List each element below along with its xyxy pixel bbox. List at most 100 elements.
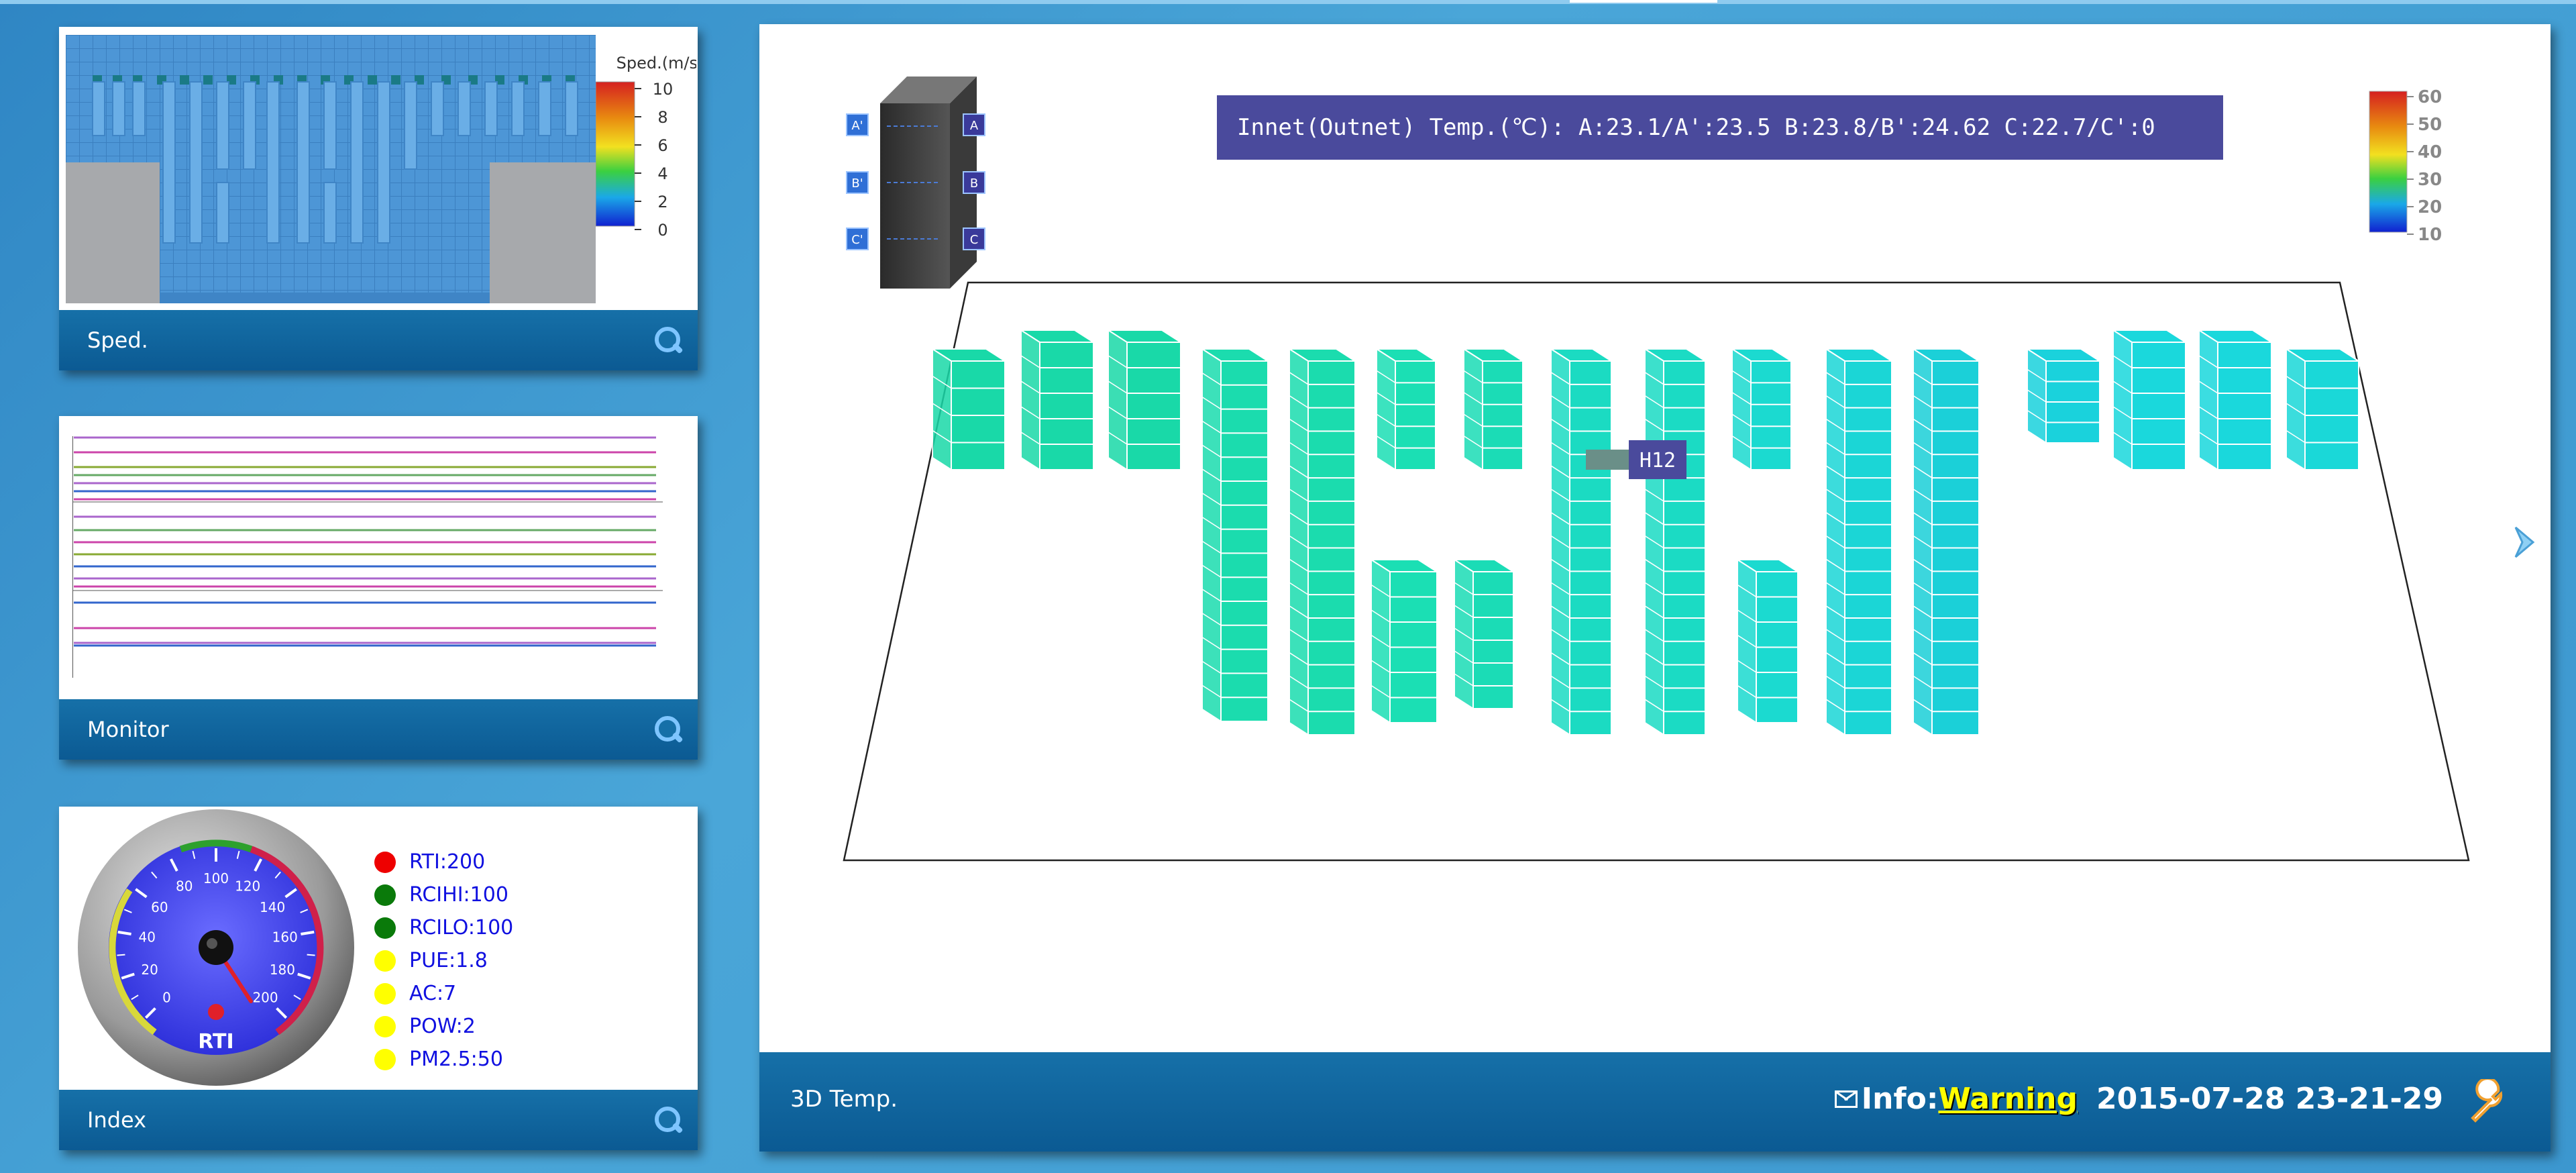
rack-3d[interactable]: [1368, 558, 1440, 724]
gauge-tick-label: 40: [139, 929, 156, 946]
rack-3d[interactable]: [1452, 558, 1516, 710]
rack-3d[interactable]: [1729, 348, 1794, 471]
speed-rack: [112, 81, 125, 136]
index-item-label: PUE:1.8: [409, 949, 488, 972]
monitor-panel-footer: Monitor: [59, 699, 698, 760]
rack-3d[interactable]: [1106, 329, 1183, 471]
inlet-tag-label: B': [851, 176, 863, 191]
mail-icon[interactable]: [1834, 1090, 1858, 1108]
speed-rack-vent: [368, 75, 377, 85]
status-dot: [374, 1015, 396, 1037]
rack-cabinet-illustration: [880, 76, 977, 289]
index-item-label: RCILO:100: [409, 916, 514, 939]
search-icon[interactable]: [653, 1105, 684, 1135]
index-item-label: PM2.5:50: [409, 1048, 503, 1071]
monitor-panel: Monitor: [59, 416, 698, 760]
gauge-tick-label: 0: [162, 990, 171, 1006]
rack-3d-side: [1376, 348, 1396, 471]
speed-rack: [189, 81, 203, 244]
chevron-right-icon[interactable]: [2506, 522, 2546, 562]
speed-rack-vent: [203, 75, 213, 85]
gauge-tick-label: 100: [203, 870, 229, 886]
temp-3d-footer: 3D Temp. Info: Warning 2015-07-28 23-21-…: [759, 1052, 2551, 1152]
gauge-tick-label: 160: [272, 929, 298, 946]
rack-3d[interactable]: [1823, 348, 1894, 736]
outlet-tag-label: C: [970, 233, 979, 247]
rack-3d[interactable]: [1287, 348, 1358, 736]
gauge-label: RTI: [198, 1030, 233, 1054]
status-dot: [374, 982, 396, 1005]
temperature-legend-tick-label: 40: [2418, 142, 2442, 162]
speed-rack: [216, 182, 229, 244]
rack-3d[interactable]: [1199, 348, 1271, 723]
rack-3d[interactable]: [1374, 348, 1438, 471]
status-dot: [374, 1048, 396, 1070]
rack-3d[interactable]: [2110, 329, 2188, 471]
speed-legend-tick-label: 6: [657, 136, 667, 155]
wrench-icon[interactable]: [2463, 1079, 2510, 1126]
speed-blocked-area-right: [490, 162, 596, 303]
speed-legend-title: Sped.(m/s): [616, 54, 696, 72]
speed-rack: [458, 81, 471, 136]
speed-legend-tick-label: 2: [657, 193, 667, 211]
temperature-legend-tick-label: 10: [2418, 225, 2442, 245]
inlet-tag-label: C': [851, 233, 863, 247]
index-panel: 0 20 40 60 80 100 120 140 160 180 200 RTI RTI:200 R…: [59, 807, 698, 1150]
search-icon[interactable]: [653, 715, 684, 744]
rack-3d[interactable]: [2196, 329, 2274, 471]
index-item: RTI:200: [374, 846, 513, 878]
rack-3d[interactable]: [1911, 348, 1982, 736]
index-item-label: AC:7: [409, 982, 457, 1005]
temperature-legend-tick-label: 30: [2418, 170, 2442, 190]
index-item: AC:7: [374, 977, 513, 1010]
index-item: POW:2: [374, 1010, 513, 1043]
speed-legend-tick-label: 4: [657, 164, 667, 183]
speed-rack: [132, 81, 146, 136]
top-strip: [0, 0, 2576, 4]
top-strip-marker: [1570, 0, 1717, 3]
temperature-legend-tick-label: 20: [2418, 197, 2442, 217]
temp-3d-scene: A' A B' B C' C H12 60 50 40 30 20 10: [843, 76, 2470, 862]
speed-rack: [162, 81, 176, 244]
gauge-tick: [307, 954, 315, 956]
gauge-hub: [199, 930, 233, 965]
rack-3d[interactable]: [1461, 348, 1525, 471]
timestamp: 2015-07-28 23-21-29: [2096, 1082, 2443, 1116]
rack-3d[interactable]: [1018, 329, 1096, 471]
gauge-tick-label: 180: [270, 962, 295, 978]
gauge-tick-label: 120: [235, 878, 260, 894]
rack-3d[interactable]: [2025, 348, 2102, 444]
index-panel-title: Index: [87, 1107, 147, 1133]
rack-3d[interactable]: [1548, 348, 1614, 736]
rack-3d-side: [1020, 329, 1040, 471]
status-dot: [374, 950, 396, 972]
cabinet-front: [880, 103, 950, 289]
temperature-legend-ticks: 60 50 40 30 20 10: [2407, 87, 2442, 245]
rack-3d[interactable]: [930, 348, 1008, 471]
speed-rack: [377, 81, 390, 244]
speed-legend-ticks: 10 8 6 4 2 0: [635, 80, 673, 240]
temperature-legend-bar: [2369, 91, 2408, 233]
rack-3d[interactable]: [2284, 348, 2361, 471]
speed-rack: [565, 81, 578, 136]
info-status: Info: Warning 2015-07-28 23-21-29: [1834, 1082, 2443, 1116]
inlet-outlet-temperature-banner: Innet(Outnet) Temp.(℃): A:23.1/A':23.5 B…: [1217, 95, 2223, 160]
speed-rack: [404, 81, 417, 170]
rack-3d[interactable]: [1735, 558, 1801, 724]
rack-3d-front: [1482, 360, 1523, 470]
temperature-legend-tick-label: 60: [2418, 87, 2442, 107]
index-item-label: RCIHI:100: [409, 883, 508, 907]
speed-rack: [323, 81, 337, 170]
gauge-status-led: [208, 1004, 224, 1020]
index-item: RCILO:100: [374, 911, 513, 944]
gauge-tick: [117, 954, 125, 956]
tooltip-label: H12: [1640, 449, 1676, 472]
warning-link[interactable]: Warning: [1938, 1082, 2078, 1116]
rack-3d[interactable]: [1642, 348, 1708, 736]
speed-legend-tick-label: 0: [657, 221, 667, 240]
search-icon[interactable]: [653, 325, 684, 355]
speed-panel-footer: Sped.: [59, 310, 698, 370]
speed-rack-vent: [180, 75, 189, 85]
rack-3d-side: [1108, 329, 1128, 471]
rack-3d-front: [1039, 342, 1094, 470]
